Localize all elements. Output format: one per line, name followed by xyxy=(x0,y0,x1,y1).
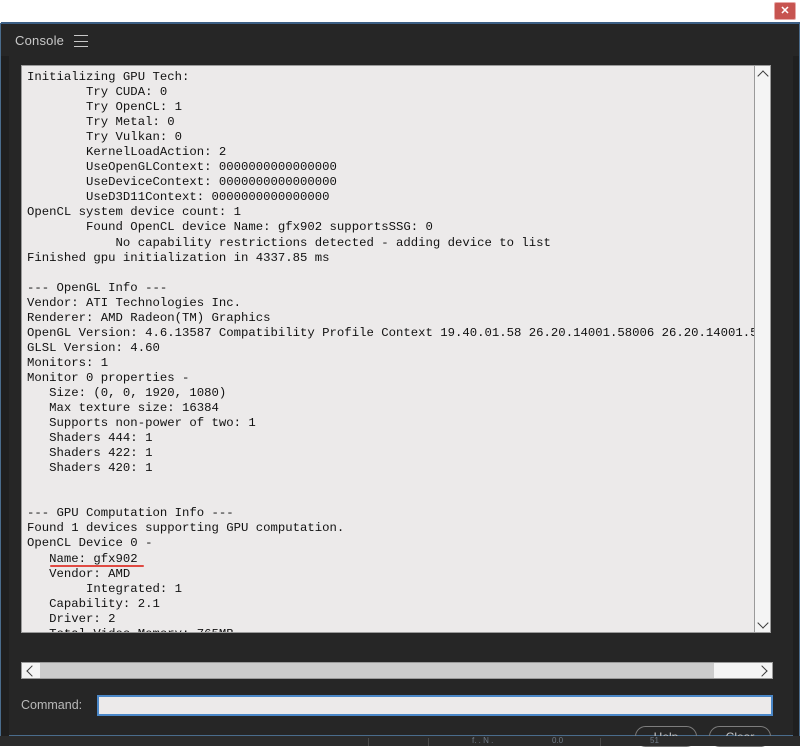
close-window-button[interactable]: ✕ xyxy=(774,2,796,20)
console-log-line: Capability: 2.1 xyxy=(27,596,160,611)
console-log-line: Try Vulkan: 0 xyxy=(27,130,182,145)
console-log-line: --- OpenGL Info --- xyxy=(27,280,168,295)
console-log-line: GLSL Version: 4.60 xyxy=(27,340,160,355)
scroll-down-button[interactable] xyxy=(755,616,770,632)
console-log-line: UseOpenGLContext: 0000000000000000 xyxy=(27,160,337,175)
console-log-line: Finished gpu initialization in 4337.85 m… xyxy=(27,250,330,265)
close-icon: ✕ xyxy=(780,4,790,17)
console-log-line: Monitor 0 properties - xyxy=(27,370,190,385)
console-log-line xyxy=(27,266,754,281)
console-window: Console Initializing GPU Tech: Try CUDA:… xyxy=(0,22,800,747)
console-log-line: Try Metal: 0 xyxy=(27,115,175,130)
scroll-right-button[interactable] xyxy=(755,663,772,678)
console-log-line: Vendor: AMD xyxy=(27,566,131,581)
console-log-line: Integrated: 1 xyxy=(27,581,182,596)
chevron-up-icon xyxy=(756,69,769,82)
console-output-region: Initializing GPU Tech: Try CUDA: 0 Try O… xyxy=(21,65,771,633)
console-log-line: Vendor: ATI Technologies Inc. xyxy=(27,295,242,310)
console-log-line xyxy=(27,476,754,491)
console-log-line: Shaders 420: 1 xyxy=(27,461,153,476)
horizontal-scroll-thumb[interactable] xyxy=(40,663,714,678)
console-log-line: OpenCL Device 0 - xyxy=(27,536,153,551)
console-log-line xyxy=(27,491,754,506)
console-log-line: Renderer: AMD Radeon(TM) Graphics xyxy=(27,310,271,325)
console-log-line: Try CUDA: 0 xyxy=(27,85,168,100)
console-log-line: Shaders 444: 1 xyxy=(27,431,153,446)
background-app-strip: f. . N . 0.0 51 xyxy=(0,736,800,746)
console-log-line: OpenCL system device count: 1 xyxy=(27,205,242,220)
chevron-left-icon xyxy=(26,664,38,677)
command-label: Command: xyxy=(21,698,83,712)
window-left-rail xyxy=(1,24,9,737)
console-log-line: Found 1 devices supporting GPU computati… xyxy=(27,521,345,536)
console-log-line: --- GPU Computation Info --- xyxy=(27,506,234,521)
window-right-rail xyxy=(793,24,799,737)
console-title-bar: Console xyxy=(1,24,799,56)
console-log-line: OpenGL Version: 4.6.13587 Compatibility … xyxy=(27,325,755,340)
console-log-line: Monitors: 1 xyxy=(27,355,109,370)
command-input[interactable] xyxy=(97,694,773,716)
console-log-line: UseD3D11Context: 0000000000000000 xyxy=(27,190,330,205)
console-log-line: Driver: 2 xyxy=(27,611,116,626)
console-log-line: UseDeviceContext: 0000000000000000 xyxy=(27,175,337,190)
chevron-right-icon xyxy=(756,664,768,677)
console-log-line: Try OpenCL: 1 xyxy=(27,100,182,115)
console-log-line: Shaders 422: 1 xyxy=(27,446,153,461)
console-log-line: Size: (0, 0, 1920, 1080) xyxy=(27,385,227,400)
console-log-line: Max texture size: 16384 xyxy=(27,401,219,416)
console-log-line: Name: gfx902 xyxy=(27,552,754,567)
horizontal-scrollbar[interactable] xyxy=(21,662,773,679)
page-title: Console xyxy=(15,32,65,48)
console-log-line: Found OpenCL device Name: gfx902 support… xyxy=(27,220,433,235)
scroll-up-button[interactable] xyxy=(755,66,770,82)
console-log-line: No capability restrictions detected - ad… xyxy=(27,235,551,250)
console-log-line: Initializing GPU Tech: xyxy=(27,70,190,84)
console-log-line: KernelLoadAction: 2 xyxy=(27,145,227,160)
scroll-left-button[interactable] xyxy=(22,663,39,678)
command-row: Command: xyxy=(21,692,773,718)
console-log-line: Total Video Memory: 765MB xyxy=(27,627,754,632)
chevron-down-icon xyxy=(756,616,769,629)
console-log-line: Supports non-power of two: 1 xyxy=(27,416,256,431)
vertical-scrollbar[interactable] xyxy=(755,65,771,633)
console-log-viewport[interactable]: Initializing GPU Tech: Try CUDA: 0 Try O… xyxy=(21,65,755,633)
hamburger-menu-icon[interactable] xyxy=(74,33,89,47)
console-log-text: Initializing GPU Tech: Try CUDA: 0 Try O… xyxy=(27,70,755,632)
